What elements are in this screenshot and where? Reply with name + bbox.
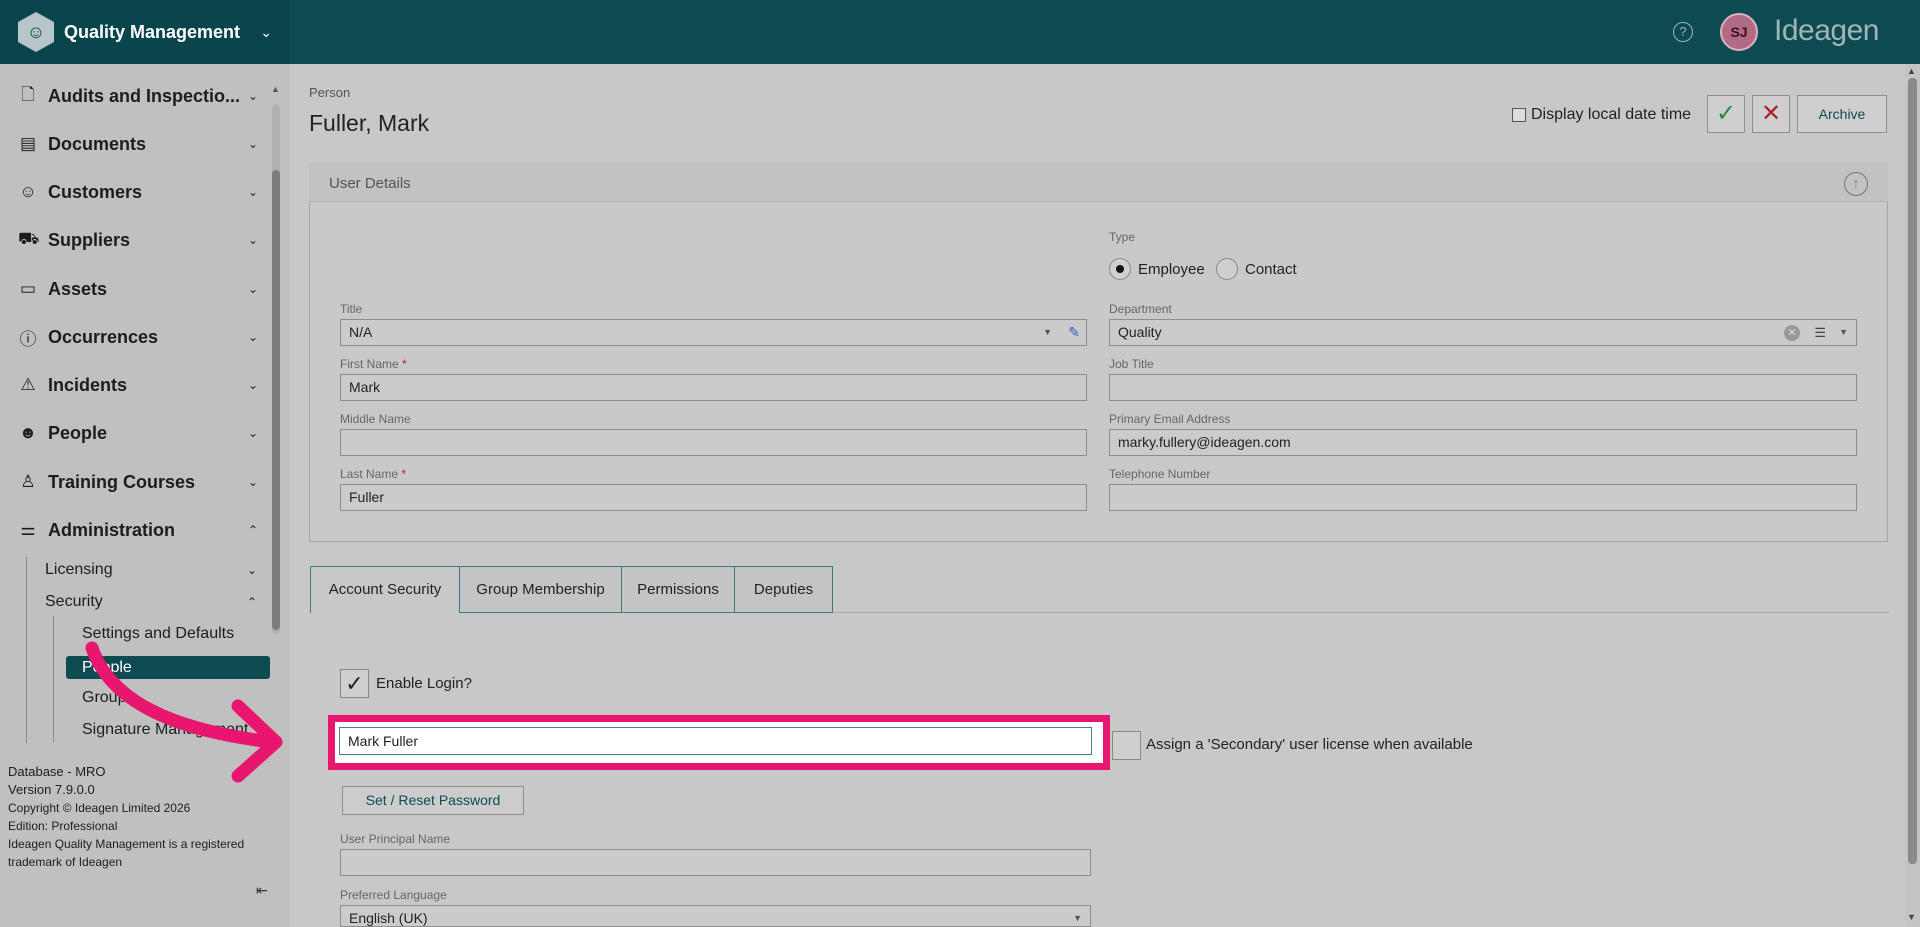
arrow-shaft: [85, 641, 279, 749]
annotation-arrow: [85, 641, 283, 783]
